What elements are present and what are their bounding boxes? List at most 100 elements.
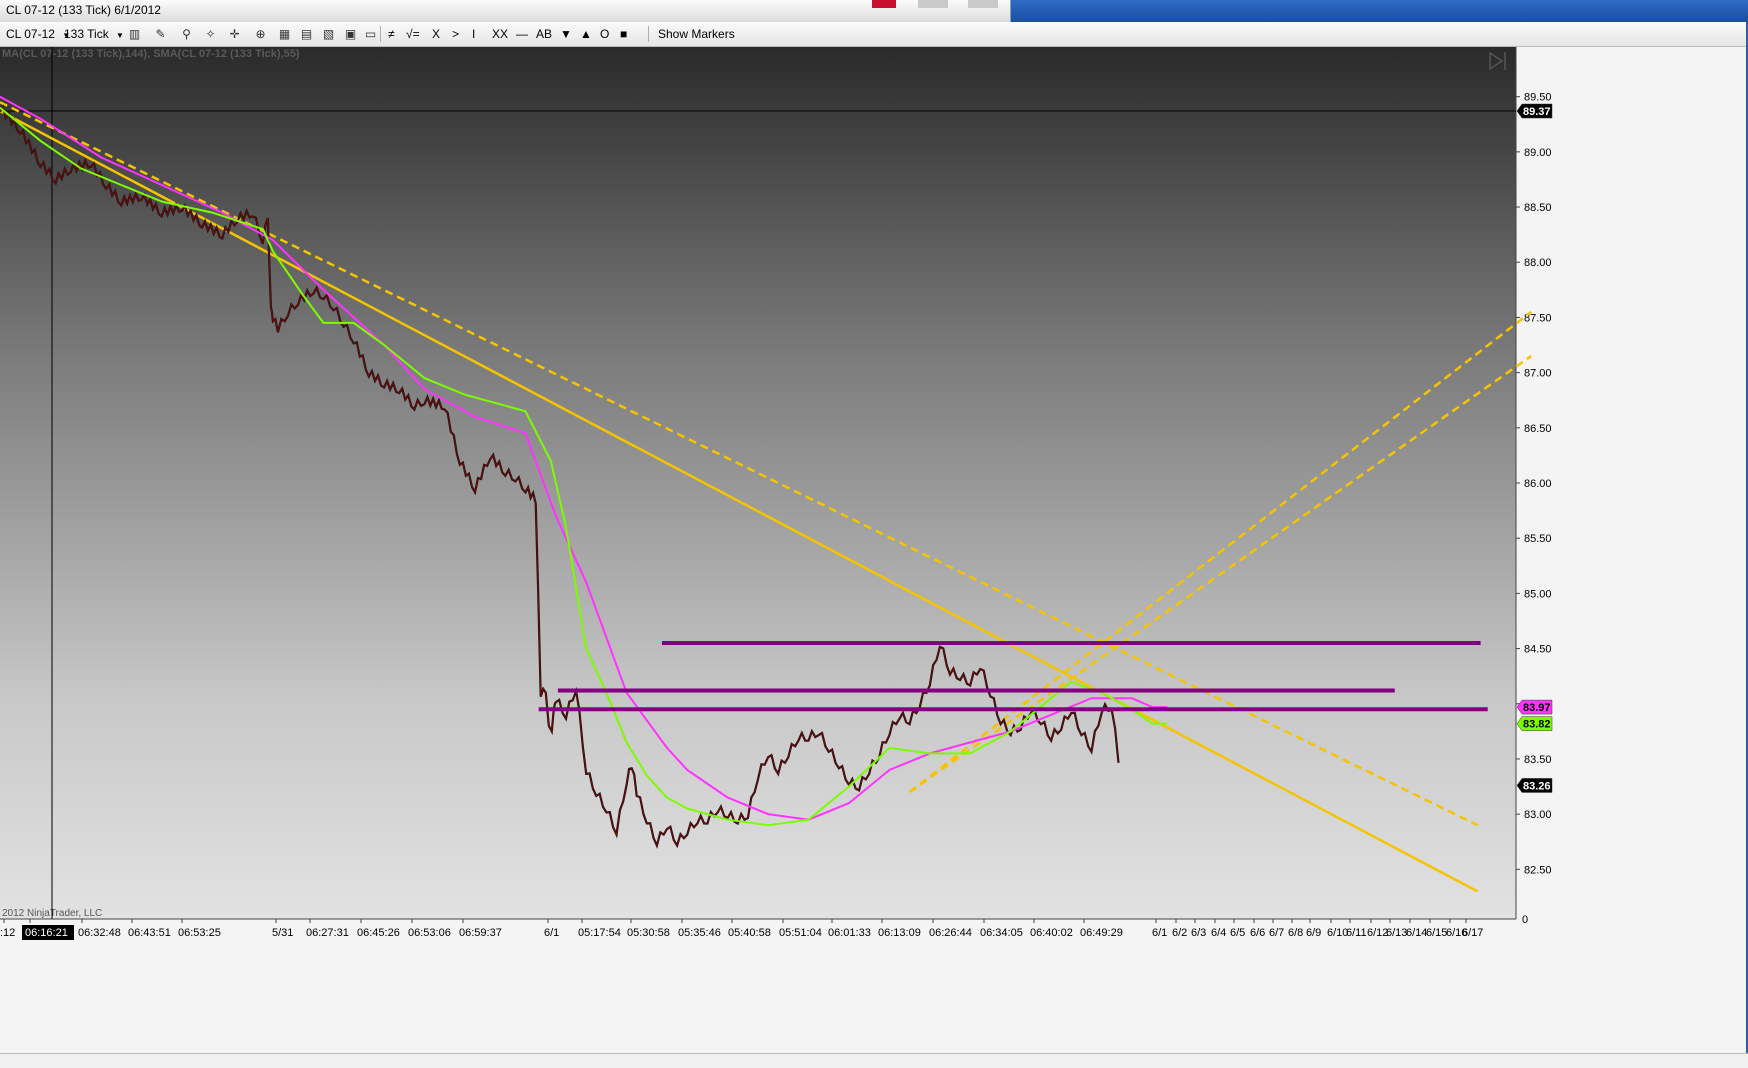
- x-tick-label: 6/3: [1191, 927, 1206, 939]
- chart-style-icon[interactable]: ▧: [320, 26, 337, 42]
- x-tick-label: 06:59:37: [459, 927, 502, 939]
- draw-tool-button[interactable]: ■: [620, 26, 627, 42]
- y-tick-label: 88.00: [1524, 257, 1552, 269]
- draw-tool-button[interactable]: XX: [492, 26, 508, 42]
- draw-tool-button[interactable]: √=: [406, 26, 420, 42]
- x-tick-label: 06:53:06: [408, 927, 451, 939]
- x-tick-label: 6/7: [1269, 927, 1284, 939]
- x-tick-label: 6/11: [1346, 927, 1367, 939]
- toolbar-divider: [648, 26, 649, 42]
- x-tick-label: 05:40:58: [728, 927, 771, 939]
- y-tick-label: 82.50: [1524, 864, 1552, 876]
- draw-tool-button[interactable]: AB: [536, 26, 552, 42]
- crosshair-time-label: 06:16:21: [25, 927, 68, 939]
- x-tick-label: 06:45:26: [357, 927, 400, 939]
- maximize-button[interactable]: [968, 0, 998, 8]
- y-tick-label: 89.50: [1524, 92, 1552, 104]
- x-tick-label: 6/17: [1462, 927, 1483, 939]
- price-marker: 83.82: [1516, 716, 1553, 731]
- x-tick-label: 06:53:25: [178, 927, 221, 939]
- y-tick-label: 83.50: [1524, 754, 1552, 766]
- price-marker-label: 83.82: [1523, 719, 1551, 731]
- title-box: CL 07-12 (133 Tick) 6/1/2012: [0, 0, 1011, 22]
- chart-toolbar: CL 07-12 ▼ 133 Tick ▼ ▥ ✎ ⚲ ✧ ✛ ⊕ ▦ ▤ ▧ ▣ ▭ ≠ √= X > I…: [0, 22, 1748, 47]
- chevron-down-icon: ▼: [116, 31, 124, 40]
- x-tick-label: 6/15: [1426, 927, 1447, 939]
- bar-type-icon[interactable]: ▥: [126, 26, 143, 42]
- x-tick-label: 6/5: [1230, 927, 1245, 939]
- draw-tool-button[interactable]: —: [516, 26, 528, 42]
- draw-tool-button[interactable]: ▲: [580, 26, 592, 42]
- crosshair-icon[interactable]: ✛: [226, 26, 243, 42]
- x-tick-label: 05:17:54: [578, 927, 621, 939]
- y-tick-label: 86.50: [1524, 423, 1552, 435]
- y-tick-label: 87.00: [1524, 368, 1552, 380]
- x-tick-label: 06:49:29: [1080, 927, 1123, 939]
- strategies-icon[interactable]: ▤: [298, 26, 315, 42]
- x-tick-label: 05:35:46: [678, 927, 721, 939]
- period-selector[interactable]: 133 Tick ▼: [64, 26, 124, 42]
- window-title: CL 07-12 (133 Tick) 6/1/2012: [6, 3, 161, 17]
- y-tick-label: 85.50: [1524, 533, 1552, 545]
- horizontal-scrollbar[interactable]: [0, 1053, 1748, 1068]
- x-tick-label: :12: [0, 927, 15, 939]
- x-tick-label: 6/2: [1172, 927, 1187, 939]
- pin-icon[interactable]: ⚲: [178, 26, 195, 42]
- time-axis-panel: [0, 919, 1746, 1053]
- price-chart[interactable]: MA(CL 07-12 (133 Tick),144), SMA(CL 07-1…: [0, 47, 1746, 1053]
- x-tick-label: 6/13: [1386, 927, 1407, 939]
- y-tick-label: 84.50: [1524, 644, 1552, 656]
- x-tick-label: 06:43:51: [128, 927, 171, 939]
- x-tick-label: 6/8: [1288, 927, 1303, 939]
- x-tick-label: 06:01:33: [828, 927, 871, 939]
- zoom-icon[interactable]: ⊕: [252, 26, 269, 42]
- x-tick-label: 06:34:05: [980, 927, 1023, 939]
- x-tick-label: 6/14: [1406, 927, 1427, 939]
- x-tick-label: 6/6: [1250, 927, 1265, 939]
- show-markers-button[interactable]: Show Markers: [658, 26, 735, 42]
- x-tick-label: 06:40:02: [1030, 927, 1073, 939]
- x-tick-label: 6/9: [1306, 927, 1321, 939]
- x-tick-label: 05:30:58: [627, 927, 670, 939]
- x-tick-label: 06:27:31: [306, 927, 349, 939]
- properties-icon[interactable]: ▣: [342, 26, 359, 42]
- price-marker-label: 83.26: [1523, 780, 1551, 792]
- x-tick-label: 06:26:44: [929, 927, 972, 939]
- toolbar-divider: [380, 26, 381, 42]
- y-tick-label: 85.00: [1524, 588, 1552, 600]
- plot-background: [0, 47, 1516, 919]
- y-tick-label: 83.00: [1524, 809, 1552, 821]
- draw-tool-button[interactable]: O: [600, 26, 609, 42]
- data-box-icon[interactable]: ▭: [362, 26, 379, 42]
- draw-tool-button[interactable]: X: [432, 26, 440, 42]
- draw-tool-button[interactable]: ▼: [560, 26, 572, 42]
- close-button[interactable]: [872, 0, 896, 8]
- instrument-label: CL 07-12: [6, 27, 55, 41]
- y-tick-label: 0: [1522, 914, 1528, 926]
- price-marker: 89.37: [1516, 103, 1553, 119]
- pencil-icon[interactable]: ✎: [152, 26, 169, 42]
- price-marker-label: 89.37: [1523, 106, 1551, 118]
- title-bar: CL 07-12 (133 Tick) 6/1/2012: [0, 0, 1748, 22]
- minimize-button[interactable]: [918, 0, 948, 8]
- price-marker: 83.26: [1516, 778, 1553, 793]
- x-tick-label: 06:13:09: [878, 927, 921, 939]
- x-tick-label: 06:32:48: [78, 927, 121, 939]
- y-tick-label: 86.00: [1524, 478, 1552, 490]
- draw-tool-button[interactable]: I: [472, 26, 475, 42]
- draw-tool-button[interactable]: >: [452, 26, 459, 42]
- x-tick-label: 6/1: [1152, 927, 1167, 939]
- indicator-label: MA(CL 07-12 (133 Tick),144), SMA(CL 07-1…: [2, 48, 300, 60]
- indicators-icon[interactable]: ▦: [276, 26, 293, 42]
- period-label: 133 Tick: [64, 27, 109, 41]
- x-tick-label: 6/4: [1211, 927, 1226, 939]
- y-tick-label: 89.00: [1524, 147, 1552, 159]
- hand-icon[interactable]: ✧: [202, 26, 219, 42]
- price-marker-label: 83.97: [1523, 702, 1551, 714]
- draw-tool-button[interactable]: ≠: [388, 26, 395, 42]
- x-tick-label: 5/31: [272, 927, 293, 939]
- instrument-selector[interactable]: CL 07-12 ▼: [6, 26, 70, 42]
- x-tick-label: 6/1: [544, 927, 559, 939]
- y-tick-label: 88.50: [1524, 202, 1552, 214]
- x-tick-label: 05:51:04: [779, 927, 822, 939]
